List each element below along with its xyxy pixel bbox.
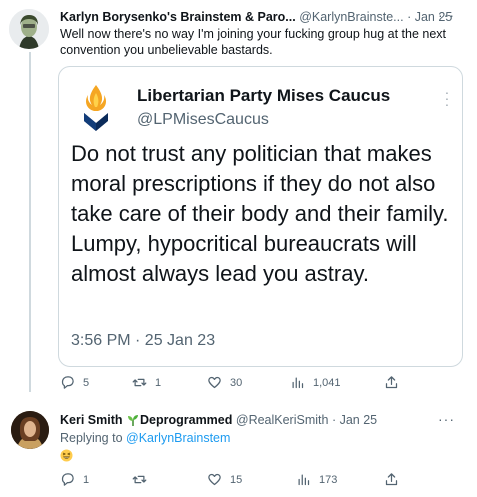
avatar[interactable] [11,411,49,449]
reply-icon [61,376,74,389]
tweet-actions: 5 1 30 1,041 [0,375,477,395]
view-count: 173 [319,473,338,486]
reply-count: 1 [83,473,90,486]
handle[interactable]: @RealKeriSmith [236,413,329,427]
like-button[interactable]: 15 [207,472,242,487]
reply-button[interactable]: 1 [60,472,89,487]
quoted-more-icon[interactable]: · · · [444,85,450,111]
reply-tweet-actions: 1 15 173 [0,472,477,492]
separator: · [331,413,337,427]
replying-prefix: Replying to [60,431,123,445]
like-count: 30 [230,376,243,389]
share-button[interactable] [384,472,407,487]
quoted-display-name[interactable]: Libertarian Party Mises Caucus [137,86,390,106]
views-icon [292,377,304,389]
views-button[interactable]: 173 [296,472,337,487]
quoted-tweet[interactable]: Libertarian Party Mises Caucus @LPMisesC… [58,66,463,367]
display-name-first: Keri Smith [60,413,123,427]
heart-icon [208,473,221,486]
tweet-date[interactable]: Jan 25 [340,413,378,427]
display-name-second: Deprogrammed [140,413,233,427]
handle[interactable]: @KarlynBrainste... [299,10,403,24]
replying-to: Replying to @KarlynBrainstem [60,431,230,445]
share-icon [385,376,398,389]
separator: · [407,10,412,24]
avatar-image [11,411,49,449]
quoted-handle[interactable]: @LPMisesCaucus [137,111,269,129]
retweet-count: 1 [155,376,162,389]
retweet-button[interactable] [132,472,155,487]
thread-connector [29,52,31,392]
tweet-text: Well now there's no way I'm joining your… [60,27,447,57]
share-button[interactable] [384,375,407,390]
display-name[interactable]: Keri Smith Deprogrammed [60,413,232,427]
reply-button[interactable]: 5 [60,375,89,390]
replying-to-link[interactable]: @KarlynBrainstem [126,431,230,445]
retweet-icon [132,378,147,387]
tweet[interactable]: Karlyn Borysenko's Brainstem & Paro... @… [0,0,477,400]
reply-icon [61,473,74,486]
views-icon [298,474,310,486]
tweet-header: Karlyn Borysenko's Brainstem & Paro... @… [60,10,452,24]
display-name[interactable]: Karlyn Borysenko's Brainstem & Paro... [60,10,296,24]
grinning-squinting-face-icon [60,449,73,462]
heart-icon [208,376,221,389]
reply-count: 5 [83,376,90,389]
like-button[interactable]: 30 [207,375,242,390]
view-count: 1,041 [313,376,341,389]
more-options-button[interactable]: ··· [438,411,455,427]
retweet-button[interactable]: 1 [132,375,161,390]
seedling-icon [128,415,138,426]
more-options-button[interactable]: ··· [438,7,455,23]
like-count: 15 [230,473,243,486]
retweet-icon [132,475,147,484]
mises-caucus-logo-icon [84,85,108,131]
tweet-header: Keri Smith Deprogrammed @RealKeriSmith ·… [60,413,377,427]
avatar[interactable] [9,9,49,49]
share-icon [385,473,398,486]
avatar-image [9,9,49,49]
quoted-timestamp[interactable]: 3:56 PM · 25 Jan 23 [71,332,215,350]
views-button[interactable]: 1,041 [290,375,341,390]
quoted-tweet-text: Do not trust any politician that makes m… [71,141,449,286]
